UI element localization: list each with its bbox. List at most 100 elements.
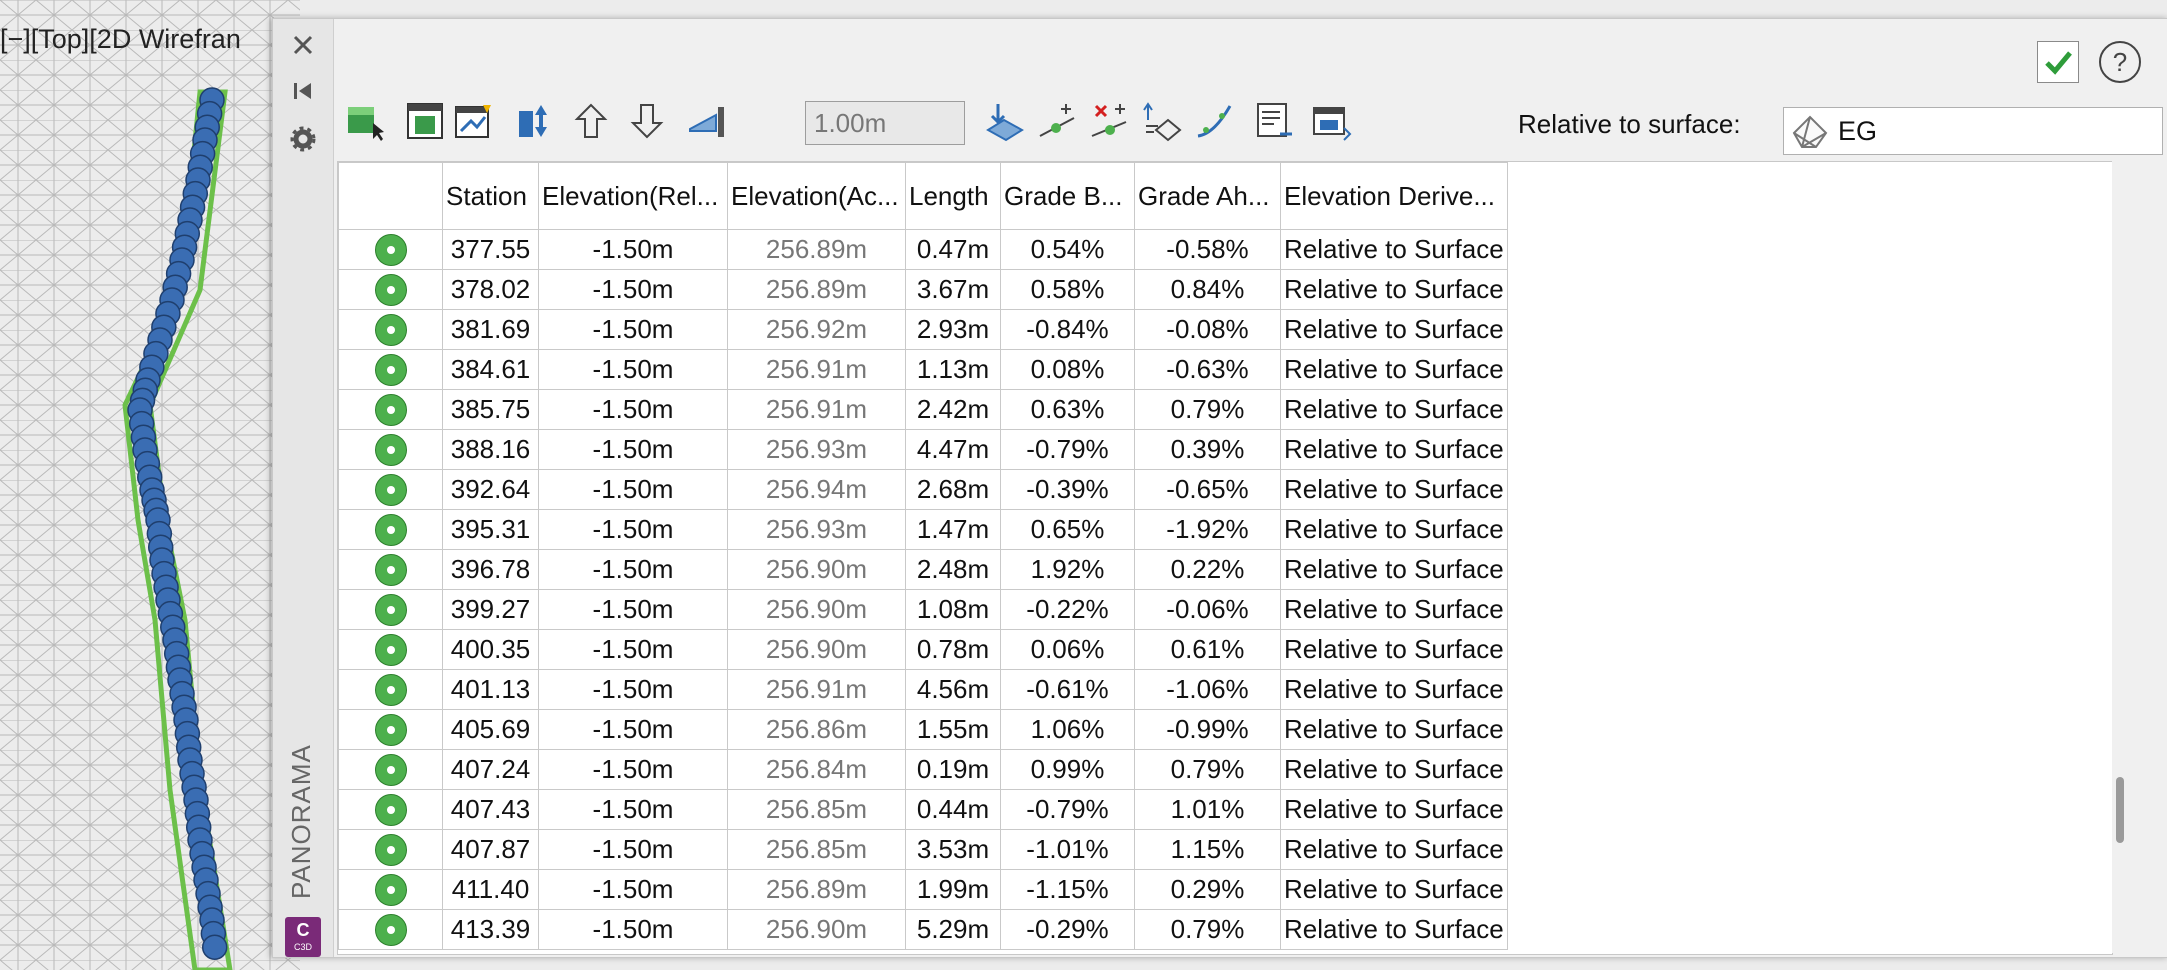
cell-grade-ahead[interactable]: -1.92% — [1134, 509, 1281, 550]
table-row[interactable]: 388.16 -1.50m 256.93m 4.47m -0.79% 0.39% Relat… — [338, 429, 1508, 470]
cell-grade-back[interactable]: 0.99% — [1000, 749, 1135, 790]
column-header-elevation-actual[interactable]: Elevation(Ac... — [727, 162, 906, 230]
cell-elevation-derived[interactable]: Relative to Surface — [1280, 509, 1508, 550]
select-feature-icon[interactable] — [343, 99, 387, 143]
cell-grade-ahead[interactable]: -0.06% — [1134, 589, 1281, 630]
row-point-cell[interactable] — [338, 709, 443, 750]
cell-grade-back[interactable]: 0.54% — [1000, 229, 1135, 270]
cell-grade-ahead[interactable]: 0.39% — [1134, 429, 1281, 470]
insert-pi-icon[interactable] — [451, 99, 495, 143]
elevation-editor-icon[interactable] — [1141, 99, 1185, 143]
cell-elevation-derived[interactable]: Relative to Surface — [1280, 349, 1508, 390]
row-point-cell[interactable] — [338, 869, 443, 910]
cell-station[interactable]: 377.55 — [442, 229, 539, 270]
table-row[interactable]: 384.61 -1.50m 256.91m 1.13m 0.08% -0.63% Relat… — [338, 349, 1508, 390]
cell-station[interactable]: 388.16 — [442, 429, 539, 470]
row-point-cell[interactable] — [338, 269, 443, 310]
table-row[interactable]: 399.27 -1.50m 256.90m 1.08m -0.22% -0.06% Rela… — [338, 589, 1508, 630]
table-row[interactable]: 396.78 -1.50m 256.90m 2.48m 1.92% 0.22% Relati… — [338, 549, 1508, 590]
vertex-point[interactable] — [201, 934, 228, 960]
cell-grade-back[interactable]: 1.06% — [1000, 709, 1135, 750]
cell-elevation-actual[interactable]: 256.90m — [727, 589, 906, 630]
row-point-cell[interactable] — [338, 909, 443, 950]
cell-station[interactable]: 407.24 — [442, 749, 539, 790]
cell-elevation-actual[interactable]: 256.86m — [727, 709, 906, 750]
cell-elevation-relative[interactable]: -1.50m — [538, 509, 728, 550]
cell-elevation-derived[interactable]: Relative to Surface — [1280, 629, 1508, 670]
cell-grade-back[interactable]: 1.92% — [1000, 549, 1135, 590]
cell-elevation-actual[interactable]: 256.91m — [727, 669, 906, 710]
row-point-cell[interactable] — [338, 589, 443, 630]
cell-length[interactable]: 0.47m — [905, 229, 1001, 270]
cell-grade-back[interactable]: -1.15% — [1000, 869, 1135, 910]
cell-station[interactable]: 381.69 — [442, 309, 539, 350]
table-row[interactable]: 413.39 -1.50m 256.90m 5.29m -0.29% 0.79% Relat… — [338, 909, 1508, 950]
cell-station[interactable]: 384.61 — [442, 349, 539, 390]
cell-grade-back[interactable]: -0.79% — [1000, 789, 1135, 830]
table-row[interactable]: 407.87 -1.50m 256.85m 3.53m -1.01% 1.15% Relat… — [338, 829, 1508, 870]
cell-grade-ahead[interactable]: 1.15% — [1134, 829, 1281, 870]
table-row[interactable]: 395.31 -1.50m 256.93m 1.47m 0.65% -1.92% Relat… — [338, 509, 1508, 550]
raise-lower-icon[interactable] — [513, 99, 557, 143]
accept-button[interactable] — [2037, 41, 2079, 83]
table-row[interactable]: 378.02 -1.50m 256.89m 3.67m 0.58% 0.84% Relati… — [338, 269, 1508, 310]
grade-editor-icon[interactable] — [1309, 99, 1353, 143]
row-point-cell[interactable] — [338, 229, 443, 270]
insert-elevation-point-icon[interactable] — [1035, 99, 1079, 143]
cell-grade-ahead[interactable]: 0.79% — [1134, 389, 1281, 430]
column-header-elevation-derived[interactable]: Elevation Derive... — [1280, 162, 1508, 230]
cell-grade-ahead[interactable]: 1.01% — [1134, 789, 1281, 830]
cell-station[interactable]: 395.31 — [442, 509, 539, 550]
cell-elevation-relative[interactable]: -1.50m — [538, 709, 728, 750]
fillet-icon[interactable] — [1193, 99, 1237, 143]
cell-grade-ahead[interactable]: 0.29% — [1134, 869, 1281, 910]
cell-elevation-actual[interactable]: 256.92m — [727, 309, 906, 350]
cell-elevation-derived[interactable]: Relative to Surface — [1280, 309, 1508, 350]
cell-grade-ahead[interactable]: -1.06% — [1134, 669, 1281, 710]
cell-elevation-relative[interactable]: -1.50m — [538, 829, 728, 870]
cell-grade-ahead[interactable]: 0.79% — [1134, 909, 1281, 950]
table-row[interactable]: 385.75 -1.50m 256.91m 2.42m 0.63% 0.79% Relati… — [338, 389, 1508, 430]
cell-elevation-relative[interactable]: -1.50m — [538, 789, 728, 830]
cell-elevation-actual[interactable]: 256.90m — [727, 549, 906, 590]
cell-elevation-relative[interactable]: -1.50m — [538, 389, 728, 430]
cell-length[interactable]: 1.47m — [905, 509, 1001, 550]
row-point-cell[interactable] — [338, 509, 443, 550]
cell-grade-back[interactable]: -0.22% — [1000, 589, 1135, 630]
cell-elevation-derived[interactable]: Relative to Surface — [1280, 709, 1508, 750]
cell-length[interactable]: 1.08m — [905, 589, 1001, 630]
grid-scrollbar[interactable] — [2112, 161, 2132, 953]
set-grade-icon[interactable] — [685, 99, 729, 143]
cell-length[interactable]: 0.44m — [905, 789, 1001, 830]
auto-hide-icon[interactable] — [287, 75, 319, 107]
viewport-label[interactable]: [−][Top][2D Wirefran — [0, 24, 241, 55]
table-row[interactable]: 411.40 -1.50m 256.89m 1.99m -1.15% 0.29% Relat… — [338, 869, 1508, 910]
cell-length[interactable]: 0.19m — [905, 749, 1001, 790]
cell-elevation-derived[interactable]: Relative to Surface — [1280, 589, 1508, 630]
cell-grade-ahead[interactable]: -0.99% — [1134, 709, 1281, 750]
zoom-to-feature-icon[interactable] — [403, 99, 447, 143]
cell-elevation-derived[interactable]: Relative to Surface — [1280, 789, 1508, 830]
cell-elevation-relative[interactable]: -1.50m — [538, 269, 728, 310]
cell-station[interactable]: 407.43 — [442, 789, 539, 830]
row-point-cell[interactable] — [338, 469, 443, 510]
cell-elevation-derived[interactable]: Relative to Surface — [1280, 389, 1508, 430]
cell-elevation-actual[interactable]: 256.90m — [727, 909, 906, 950]
cell-elevation-actual[interactable]: 256.93m — [727, 429, 906, 470]
cell-elevation-derived[interactable]: Relative to Surface — [1280, 429, 1508, 470]
cell-station[interactable]: 378.02 — [442, 269, 539, 310]
cell-elevation-relative[interactable]: -1.50m — [538, 629, 728, 670]
table-row[interactable]: 392.64 -1.50m 256.94m 2.68m -0.39% -0.65% Rela… — [338, 469, 1508, 510]
cell-station[interactable]: 407.87 — [442, 829, 539, 870]
cell-grade-back[interactable]: 0.08% — [1000, 349, 1135, 390]
surface-dropdown[interactable]: EG — [1783, 107, 2163, 155]
cell-grade-ahead[interactable]: 0.22% — [1134, 549, 1281, 590]
quick-profile-icon[interactable] — [1253, 99, 1297, 143]
cell-length[interactable]: 5.29m — [905, 909, 1001, 950]
help-button[interactable]: ? — [2099, 41, 2141, 83]
cell-length[interactable]: 1.13m — [905, 349, 1001, 390]
cell-length[interactable]: 3.67m — [905, 269, 1001, 310]
cell-length[interactable]: 1.99m — [905, 869, 1001, 910]
cell-elevation-relative[interactable]: -1.50m — [538, 349, 728, 390]
cell-elevation-derived[interactable]: Relative to Surface — [1280, 909, 1508, 950]
